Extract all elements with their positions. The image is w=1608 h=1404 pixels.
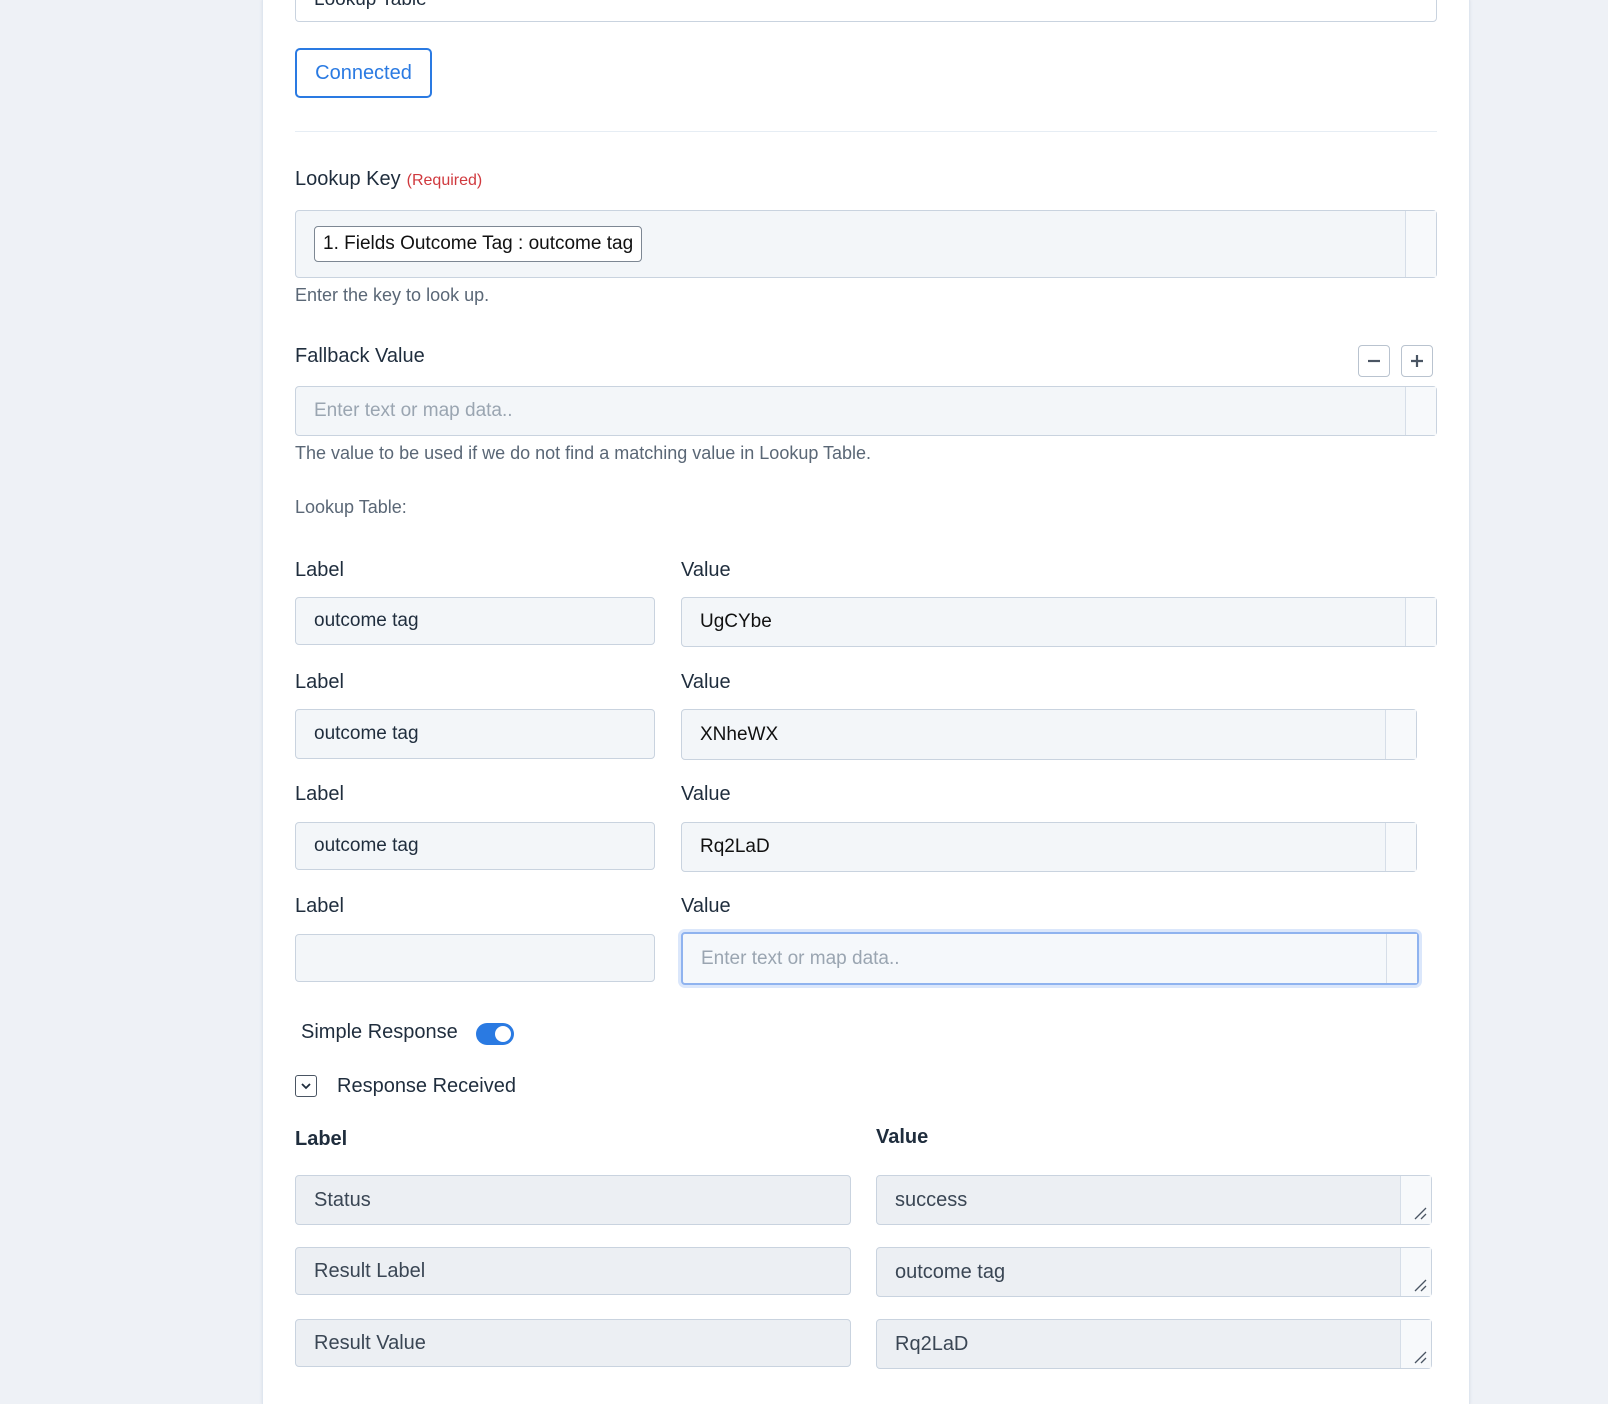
response-label-field: Result Value <box>295 1319 851 1367</box>
action-select[interactable]: Lookup Table <box>295 0 1437 22</box>
toggle-knob <box>495 1026 511 1042</box>
lookup-row-value-input[interactable]: UgCYbe <box>681 597 1437 647</box>
mapped-field-tag[interactable]: 1. Fields Outcome Tag : outcome tag <box>314 226 643 262</box>
simple-response-toggle[interactable] <box>476 1023 514 1045</box>
required-badge: (Required) <box>406 172 483 189</box>
response-label-header: Label <box>295 1128 348 1150</box>
lookup-key-label: Lookup Key <box>295 168 401 190</box>
add-field-button[interactable] <box>1401 345 1433 377</box>
lookup-key-label-row: Lookup Key (Required) <box>295 168 482 191</box>
lookup-row-value-header: Value <box>681 559 731 581</box>
lookup-row-label-header: Label <box>295 895 344 917</box>
fallback-side-handle[interactable] <box>1405 387 1436 435</box>
chevron-down-icon <box>301 1083 311 1090</box>
lookup-row-value-input[interactable]: Rq2LaD <box>681 822 1417 872</box>
lookup-key-input[interactable]: 1. Fields Outcome Tag : outcome tag <box>295 210 1437 278</box>
value-side-handle[interactable] <box>1385 823 1416 871</box>
fallback-value-label: Fallback Value <box>295 345 425 367</box>
lookup-row-label-input[interactable]: outcome tag <box>295 597 655 645</box>
lookup-row-value-input[interactable]: XNheWX <box>681 709 1417 760</box>
response-value-field[interactable]: Rq2LaD <box>876 1319 1432 1369</box>
minus-icon <box>1368 359 1380 363</box>
resize-grip-icon <box>1414 1207 1427 1220</box>
lookup-row-label-input[interactable]: outcome tag <box>295 709 655 759</box>
value-placeholder: Enter text or map data.. <box>701 947 900 969</box>
plus-icon <box>1411 355 1423 367</box>
value-side-handle[interactable] <box>1385 710 1416 759</box>
chevron-down-icon <box>1408 0 1422 1</box>
lookup-table-title: Lookup Table: <box>295 497 407 517</box>
response-value-field[interactable]: success <box>876 1175 1432 1225</box>
resize-grip-icon <box>1414 1351 1427 1364</box>
lookup-row-value-header: Value <box>681 783 731 805</box>
divider <box>295 131 1437 132</box>
lookup-row-label-input[interactable]: outcome tag <box>295 822 655 870</box>
action-select-value: Lookup Table <box>314 0 427 11</box>
lookup-row-label-header: Label <box>295 559 344 581</box>
form-panel: Lookup Table Connected Lookup Key (Requir… <box>262 0 1470 1404</box>
fallback-value-placeholder: Enter text or map data.. <box>314 400 513 421</box>
response-value-field[interactable]: outcome tag <box>876 1247 1432 1297</box>
connected-button[interactable]: Connected <box>295 48 432 98</box>
remove-field-button[interactable] <box>1358 345 1390 377</box>
lookup-row-value-header: Value <box>681 671 731 693</box>
lookup-key-side-handle[interactable] <box>1405 211 1436 277</box>
lookup-row-label-input[interactable] <box>295 934 655 982</box>
lookup-row-label-header: Label <box>295 671 344 693</box>
simple-response-label: Simple Response <box>301 1021 458 1043</box>
resize-grip-icon <box>1414 1279 1427 1292</box>
lookup-row-label-header: Label <box>295 783 344 805</box>
resize-handle[interactable] <box>1400 1176 1431 1224</box>
fallback-value-help: The value to be used if we do not find a… <box>295 443 872 463</box>
value-side-handle[interactable] <box>1405 598 1436 646</box>
lookup-key-help: Enter the key to look up. <box>295 285 490 305</box>
response-received-title: Response Received <box>337 1075 516 1097</box>
response-label-field: Status <box>295 1175 851 1225</box>
response-collapse-button[interactable] <box>295 1075 317 1097</box>
lookup-row-value-input-focused[interactable]: Enter text or map data.. <box>681 932 1419 985</box>
resize-handle[interactable] <box>1400 1248 1431 1296</box>
value-side-handle[interactable] <box>1386 934 1417 983</box>
resize-handle[interactable] <box>1400 1320 1431 1368</box>
fallback-value-input[interactable]: Enter text or map data.. <box>295 386 1437 436</box>
lookup-row-value-header: Value <box>681 895 731 917</box>
response-label-field: Result Label <box>295 1247 851 1295</box>
response-value-header: Value <box>876 1126 929 1148</box>
